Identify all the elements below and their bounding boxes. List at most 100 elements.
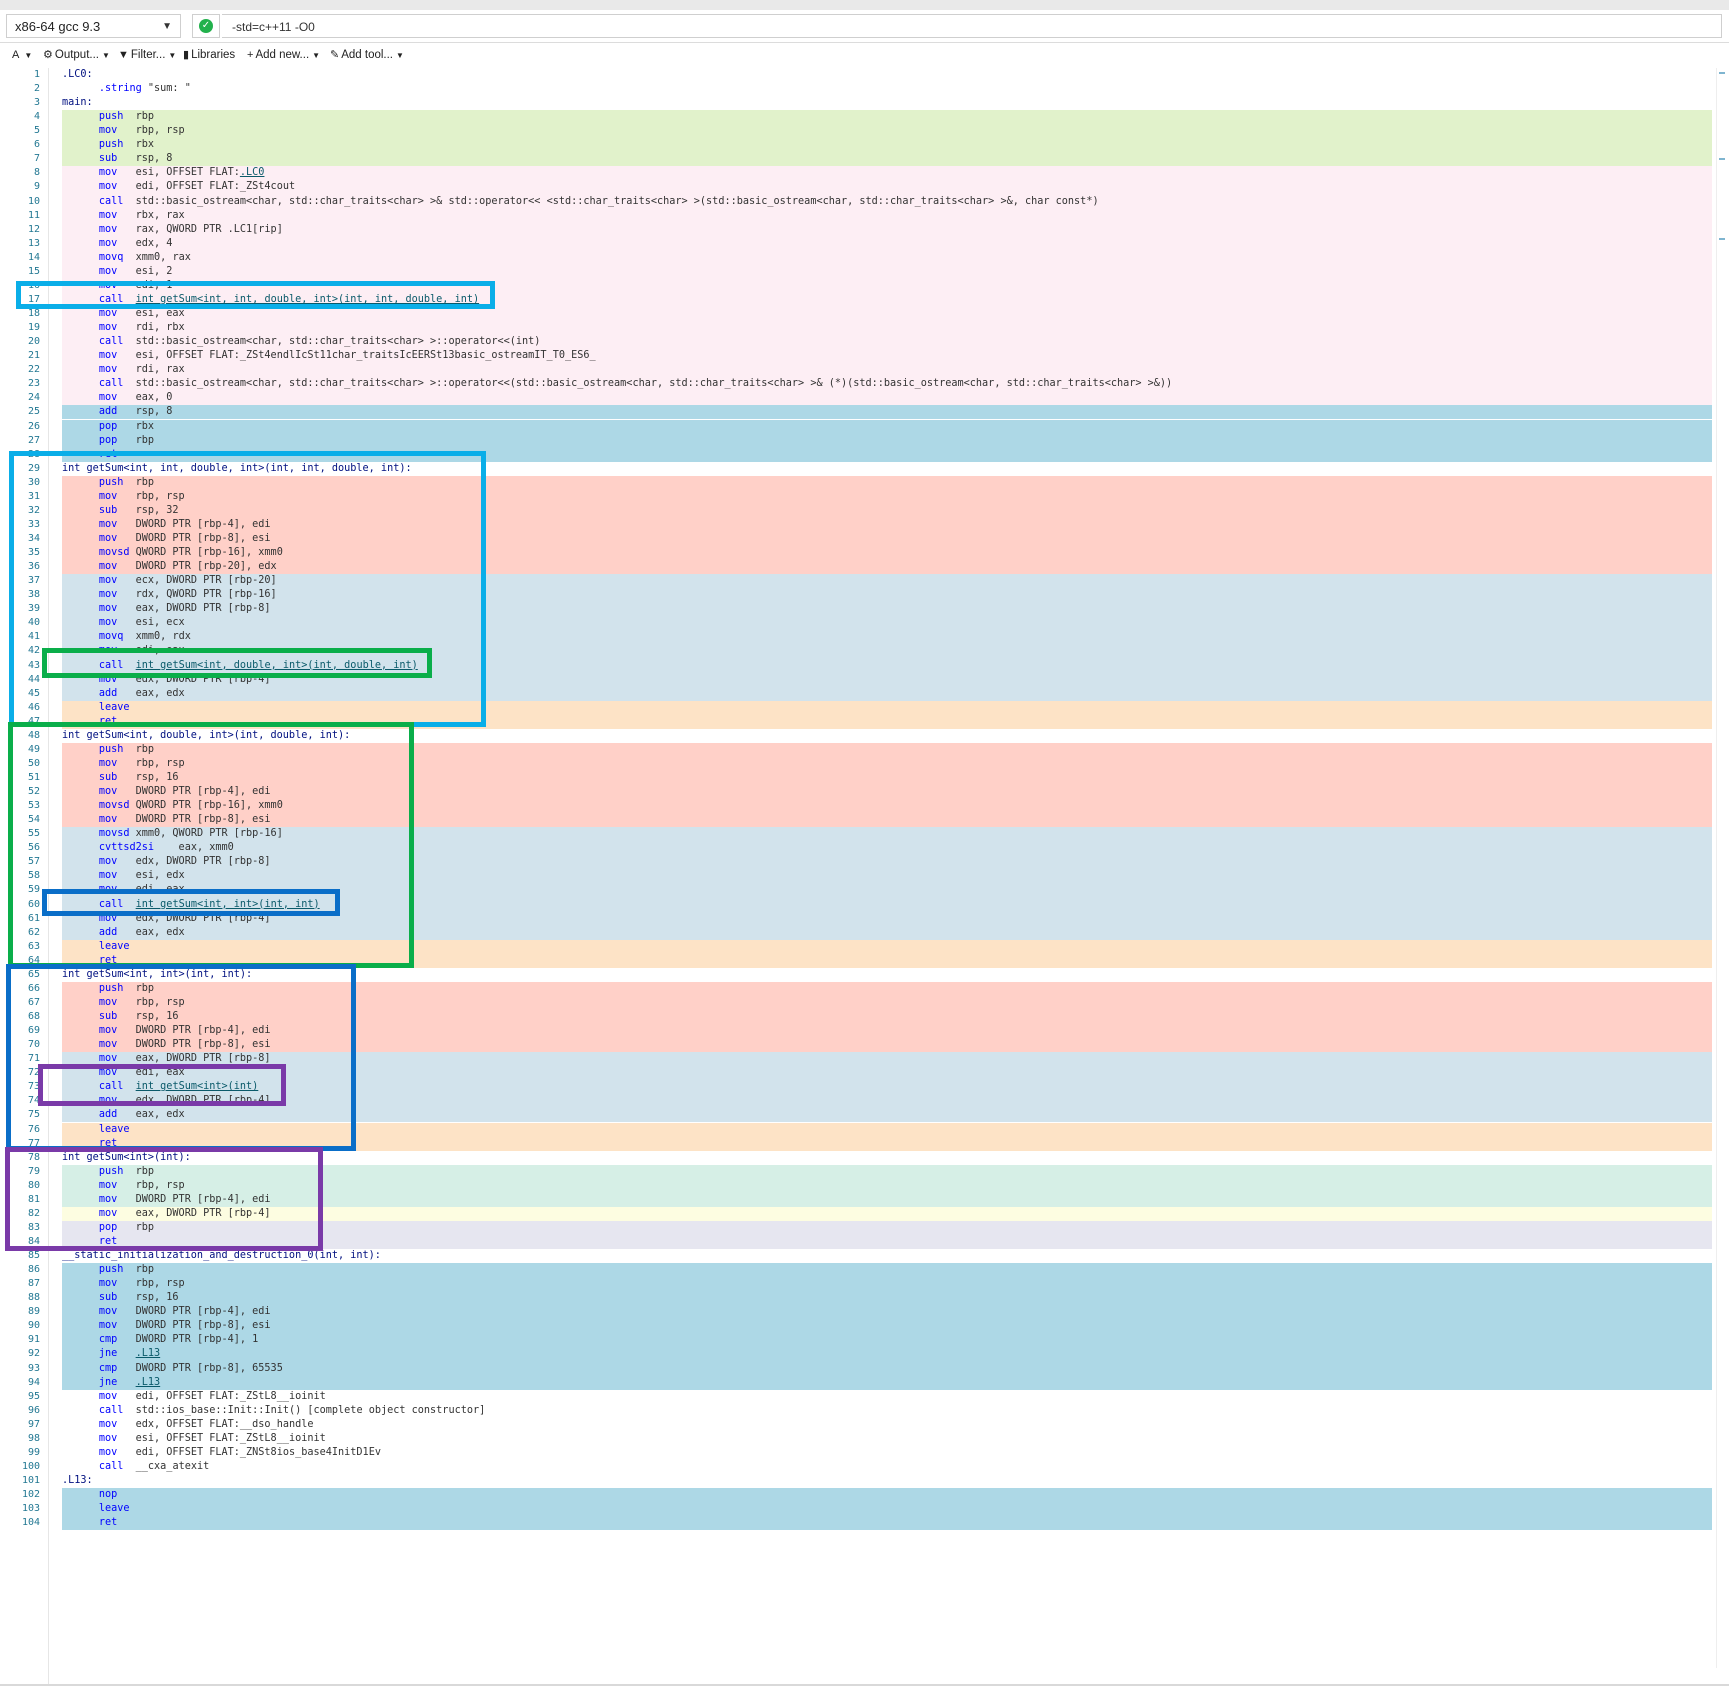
asm-instruction: mov rdi, rbx — [62, 321, 185, 335]
asm-instruction: mov edx, OFFSET FLAT:__dso_handle — [62, 1418, 314, 1432]
asm-instruction: sub rsp, 8 — [62, 152, 173, 166]
opcode: sub — [98, 153, 118, 165]
compiler-flags-input[interactable]: -std=c++11 -O0 — [222, 14, 1722, 38]
line-number: 90 — [27, 1320, 40, 1332]
code-line[interactable]: 14 movq xmm0, rax — [0, 250, 1712, 265]
code-line[interactable]: 92 jne .L13 — [0, 1347, 1712, 1362]
code-line[interactable]: 5 mov rbp, rsp — [0, 124, 1712, 139]
code-line[interactable]: 91 cmp DWORD PTR [rbp-4], 1 — [0, 1333, 1712, 1348]
symbol-link[interactable]: .L13 — [136, 1348, 161, 1359]
code-line[interactable]: 12 mov rax, QWORD PTR .LC1[rip] — [0, 222, 1712, 237]
line-number: 103 — [21, 1503, 40, 1515]
code-line[interactable]: 99 mov edi, OFFSET FLAT:_ZNSt8ios_base4I… — [0, 1445, 1712, 1460]
code-line[interactable]: 103 leave — [0, 1502, 1712, 1517]
operands: DWORD PTR [rbp-4], edi — [135, 1306, 271, 1318]
line-highlight — [62, 1488, 1712, 1503]
code-line[interactable]: 10 call std::basic_ostream<char, std::ch… — [0, 194, 1712, 209]
gear-icon: ⚙ — [43, 49, 53, 61]
code-line[interactable]: 87 mov rbp, rsp — [0, 1277, 1712, 1292]
symbol-link[interactable]: .L13 — [136, 1377, 161, 1388]
operands: DWORD PTR [rbp-8], esi — [135, 1320, 271, 1332]
opcode: call — [98, 336, 124, 348]
asm-label: main: — [62, 96, 93, 110]
code-line[interactable]: 89 mov DWORD PTR [rbp-4], edi — [0, 1305, 1712, 1320]
line-number: 6 — [33, 139, 40, 151]
add-new-button[interactable]: + Add new... ▼ — [247, 46, 320, 65]
font-menu-button[interactable]: AA▼ — [12, 46, 32, 65]
code-line[interactable]: 22 mov rdi, rax — [0, 363, 1712, 378]
code-line[interactable]: 2 .string "sum: " — [0, 82, 1712, 97]
line-highlight — [62, 391, 1712, 406]
code-line[interactable]: 27 pop rbp — [0, 433, 1712, 448]
filter-icon: ▼ — [118, 49, 129, 61]
line-highlight — [62, 250, 1712, 265]
code-line[interactable]: 25 add rsp, 8 — [0, 405, 1712, 420]
code-line[interactable]: 101 .L13: — [0, 1474, 1712, 1489]
operands: eax, 0 — [135, 392, 173, 404]
opcode: pop — [98, 434, 118, 446]
code-line[interactable]: 94 jne .L13 — [0, 1375, 1712, 1390]
asm-instruction: mov esi, 2 — [62, 265, 173, 279]
code-line[interactable]: 7 sub rsp, 8 — [0, 152, 1712, 167]
code-line[interactable]: 95 mov edi, OFFSET FLAT:_ZStL8__ioinit — [0, 1389, 1712, 1404]
code-line[interactable]: 97 mov edx, OFFSET FLAT:__dso_handle — [0, 1417, 1712, 1432]
line-number: 8 — [33, 167, 40, 179]
asm-instruction: mov edi, OFFSET FLAT:_ZNSt8ios_base4Init… — [62, 1446, 381, 1460]
code-line[interactable]: 8 mov esi, OFFSET FLAT:.LC0 — [0, 166, 1712, 181]
code-line[interactable]: 6 push rbx — [0, 138, 1712, 153]
compile-status[interactable]: ✓ — [192, 14, 220, 38]
code-line[interactable]: 15 mov esi, 2 — [0, 264, 1712, 279]
symbol-link[interactable]: .LC0 — [240, 167, 265, 178]
code-line[interactable]: 13 mov edx, 4 — [0, 236, 1712, 251]
code-line[interactable]: 23 call std::basic_ostream<char, std::ch… — [0, 377, 1712, 392]
label-text: main: — [62, 97, 93, 109]
code-line[interactable]: 20 call std::basic_ostream<char, std::ch… — [0, 335, 1712, 350]
minimap[interactable] — [1716, 68, 1727, 1668]
output-menu-label: Output... — [54, 49, 99, 61]
opcode: push — [98, 111, 124, 123]
operands: rsp, 16 — [135, 1292, 179, 1304]
line-number: 99 — [27, 1446, 40, 1458]
output-menu-button[interactable]: ⚙ Output... ▼ — [43, 46, 110, 65]
code-line[interactable]: 19 mov rdi, rbx — [0, 321, 1712, 336]
libraries-label: Libraries — [191, 49, 236, 61]
operands: rdi, rbx — [135, 322, 185, 334]
code-line[interactable]: 18 mov esi, eax — [0, 307, 1712, 322]
line-highlight — [62, 321, 1712, 336]
code-line[interactable]: 21 mov esi, OFFSET FLAT:_ZSt4endlIcSt11c… — [0, 349, 1712, 364]
code-line[interactable]: 100 call __cxa_atexit — [0, 1459, 1712, 1474]
code-line[interactable]: 98 mov esi, OFFSET FLAT:_ZStL8__ioinit — [0, 1431, 1712, 1446]
line-number: 12 — [27, 223, 40, 235]
add-tool-button[interactable]: ✎ Add tool... ▼ — [330, 46, 404, 65]
code-line[interactable]: 1 .LC0: — [0, 68, 1712, 83]
libraries-button[interactable]: ▮ Libraries — [183, 46, 235, 64]
code-line[interactable]: 24 mov eax, 0 — [0, 391, 1712, 406]
line-highlight — [62, 405, 1712, 420]
code-line[interactable]: 93 cmp DWORD PTR [rbp-8], 65535 — [0, 1361, 1712, 1376]
operands: edx, OFFSET FLAT:__dso_handle — [135, 1418, 314, 1430]
opcode: call — [98, 1460, 124, 1472]
opcode: jne — [98, 1348, 118, 1360]
code-line[interactable]: 26 pop rbx — [0, 419, 1712, 434]
asm-instruction: mov rbx, rax — [62, 209, 185, 223]
code-line[interactable]: 88 sub rsp, 16 — [0, 1291, 1712, 1306]
asm-instruction: nop — [62, 1488, 136, 1502]
compiler-select[interactable]: x86-64 gcc 9.3 ▼ — [6, 14, 181, 38]
line-highlight — [62, 166, 1712, 181]
code-line[interactable]: 96 call std::ios_base::Init::Init() [com… — [0, 1403, 1712, 1418]
code-line[interactable]: 3 main: — [0, 96, 1712, 111]
filter-menu-button[interactable]: ▼ Filter... ▼ — [118, 46, 176, 65]
code-line[interactable]: 85 __static_initialization_and_destructio… — [0, 1249, 1712, 1264]
code-line[interactable]: 104 ret — [0, 1516, 1712, 1531]
line-number: 100 — [21, 1460, 40, 1472]
code-line[interactable]: 102 nop — [0, 1488, 1712, 1503]
code-line[interactable]: 11 mov rbx, rax — [0, 208, 1712, 223]
operands: rbp — [135, 1264, 155, 1276]
chevron-down-icon: ▼ — [101, 51, 110, 60]
code-line[interactable]: 9 mov edi, OFFSET FLAT:_ZSt4cout — [0, 180, 1712, 195]
code-line[interactable]: 86 push rbp — [0, 1263, 1712, 1278]
code-line[interactable]: 90 mov DWORD PTR [rbp-8], esi — [0, 1319, 1712, 1334]
operands: edi, OFFSET FLAT:_ZStL8__ioinit — [135, 1390, 326, 1402]
code-line[interactable]: 4 push rbp — [0, 110, 1712, 125]
line-highlight — [62, 307, 1712, 322]
